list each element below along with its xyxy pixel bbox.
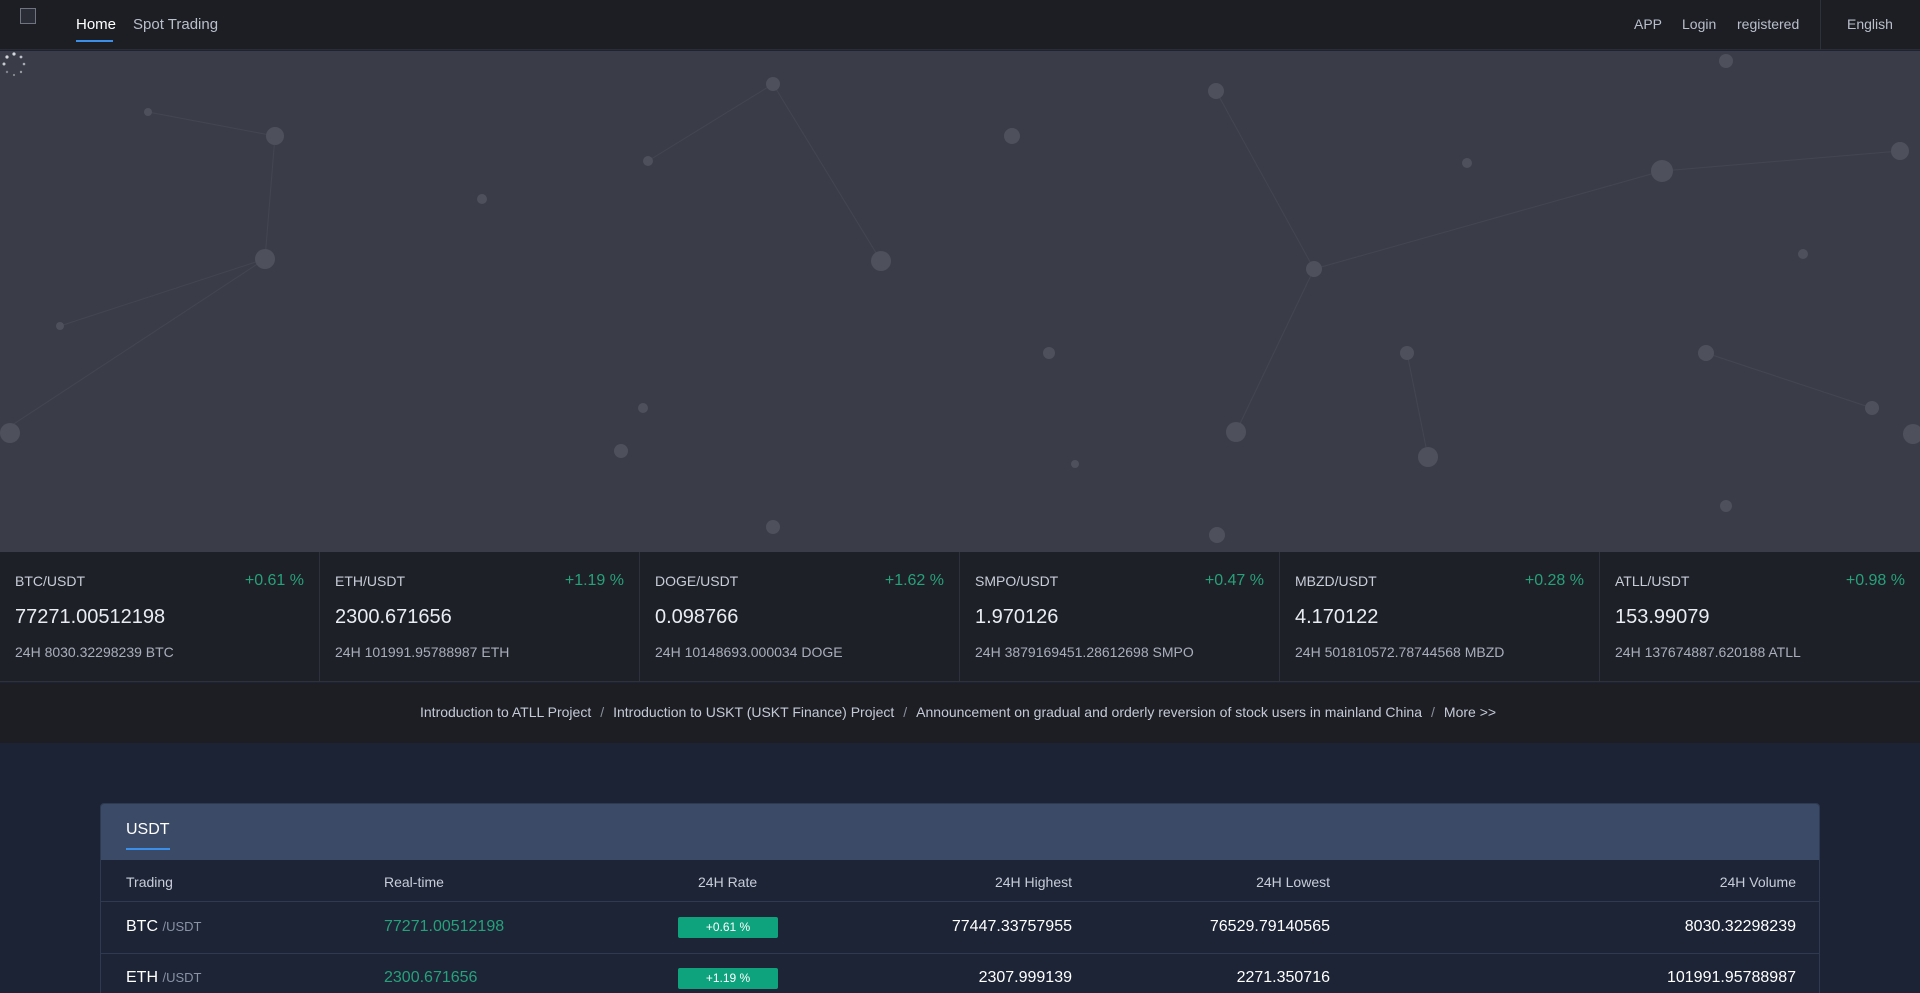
announcement-bar: Introduction to ATLL Project / Introductio… (0, 683, 1920, 743)
announcement-link[interactable]: Announcement on gradual and orderly reve… (916, 704, 1422, 720)
ticker-change: +0.28 % (1524, 572, 1584, 589)
ticker-card[interactable]: MBZD/USDT +0.28 % 4.170122 24H 501810572… (1280, 552, 1600, 682)
ticker-price: 0.098766 (655, 606, 739, 628)
nav-divider (1820, 0, 1821, 50)
ticker-pair: DOGE/USDT (655, 573, 739, 589)
quote-symbol: /USDT (162, 970, 202, 985)
top-nav: Home Spot Trading APP Login registered E… (0, 0, 1920, 50)
column-header-volume[interactable]: 24H Volume (1720, 874, 1796, 890)
loading-spinner-icon (2, 52, 26, 77)
ticker-card[interactable]: SMPO/USDT +0.47 % 1.970126 24H 387916945… (960, 552, 1280, 682)
ticker-price: 4.170122 (1295, 606, 1379, 628)
volume-value: 101991.95788987 (1666, 969, 1796, 986)
nav-home-link[interactable]: Home (76, 16, 116, 33)
ticker-pair: ATLL/USDT (1615, 573, 1690, 589)
ticker-card[interactable]: DOGE/USDT +1.62 % 0.098766 24H 10148693.… (640, 552, 960, 682)
announcement-link[interactable]: Introduction to ATLL Project (420, 704, 591, 720)
ticker-price: 2300.671656 (335, 606, 452, 628)
table-row[interactable]: BTC /USDT 77271.00512198 +0.61 % 77447.3… (101, 903, 1819, 954)
ticker-card[interactable]: ETH/USDT +1.19 % 2300.671656 24H 101991.… (320, 552, 640, 682)
column-header-lowest[interactable]: 24H Lowest (1256, 874, 1330, 890)
ticker-price: 77271.00512198 (15, 606, 166, 628)
ticker-change: +1.62 % (884, 572, 944, 589)
ticker-volume: 24H 137674887.620188 ATLL (1615, 644, 1801, 660)
ticker-card[interactable]: BTC/USDT +0.61 % 77271.00512198 24H 8030… (0, 552, 320, 682)
nav-login-link[interactable]: Login (1682, 16, 1716, 32)
announcements-more-link[interactable]: More >> (1444, 704, 1496, 720)
rate-badge: +0.61 % (678, 917, 778, 938)
network-background (0, 54, 1920, 543)
realtime-price: 2300.671656 (384, 969, 478, 986)
ticker-volume: 24H 8030.32298239 BTC (15, 644, 174, 660)
pair-cell: ETH /USDT (126, 969, 201, 987)
volume-value: 8030.32298239 (1684, 918, 1796, 935)
ticker-volume: 24H 3879169451.28612698 SMPO (975, 644, 1194, 660)
ticker-pair: MBZD/USDT (1295, 573, 1377, 589)
ticker-volume: 24H 501810572.78744568 MBZD (1295, 644, 1505, 660)
quote-symbol: /USDT (162, 919, 202, 934)
logo-image[interactable] (20, 8, 36, 24)
realtime-price: 77271.00512198 (384, 918, 505, 935)
base-symbol: BTC (126, 918, 158, 935)
tab-active-indicator (126, 848, 170, 850)
nav-register-link[interactable]: registered (1737, 16, 1799, 32)
pair-cell: BTC /USDT (126, 918, 201, 936)
announcement-separator: / (903, 704, 908, 720)
announcement-link[interactable]: Introduction to USKT (USKT Finance) Proj… (613, 704, 894, 720)
ticker-strip: BTC/USDT +0.61 % 77271.00512198 24H 8030… (0, 552, 1920, 682)
ticker-price: 153.99079 (1615, 606, 1710, 628)
language-selector[interactable]: English (1847, 16, 1893, 32)
lowest-value: 76529.79140565 (1209, 918, 1330, 935)
ticker-volume: 24H 101991.95788987 ETH (335, 644, 510, 660)
ticker-price: 1.970126 (975, 606, 1059, 628)
column-header-highest[interactable]: 24H Highest (995, 874, 1072, 890)
announcement-separator: / (1431, 704, 1435, 720)
ticker-pair: ETH/USDT (335, 573, 405, 589)
nav-app-link[interactable]: APP (1634, 16, 1662, 32)
ticker-change: +1.19 % (564, 572, 624, 589)
ticker-pair: BTC/USDT (15, 573, 85, 589)
table-header: Trading Real-time 24H Rate 24H Highest 2… (101, 860, 1819, 902)
market-tabs: USDT (101, 804, 1819, 860)
ticker-change: +0.47 % (1204, 572, 1264, 589)
nav-active-indicator (76, 40, 113, 42)
announcement-separator: / (600, 704, 605, 720)
base-symbol: ETH (126, 969, 158, 986)
lowest-value: 2271.350716 (1236, 969, 1330, 986)
column-header-trading[interactable]: Trading (126, 874, 173, 890)
highest-value: 77447.33757955 (951, 918, 1072, 935)
column-header-rate[interactable]: 24H Rate (698, 874, 757, 890)
column-header-realtime[interactable]: Real-time (384, 874, 444, 890)
ticker-pair: SMPO/USDT (975, 573, 1059, 589)
ticker-volume: 24H 10148693.000034 DOGE (655, 644, 843, 660)
banner-carousel[interactable] (0, 51, 1920, 552)
market-table: USDT Trading Real-time 24H Rate 24H High… (100, 803, 1820, 993)
rate-badge: +1.19 % (678, 968, 778, 989)
ticker-change: +0.61 % (244, 572, 304, 589)
ticker-card[interactable]: ATLL/USDT +0.98 % 153.99079 24H 13767488… (1600, 552, 1920, 682)
ticker-change: +0.98 % (1845, 572, 1905, 589)
highest-value: 2307.999139 (978, 969, 1072, 986)
tab-usdt[interactable]: USDT (126, 821, 170, 839)
nav-spot-trading-link[interactable]: Spot Trading (133, 16, 218, 33)
table-row[interactable]: ETH /USDT 2300.671656 +1.19 % 2307.99913… (101, 954, 1819, 993)
